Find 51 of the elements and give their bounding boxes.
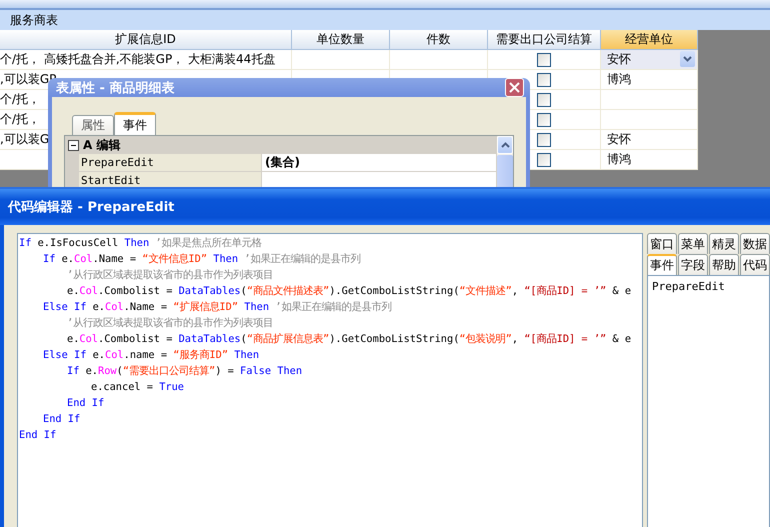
tab[interactable]: 帮助 — [709, 254, 739, 275]
tab[interactable]: 属性 — [72, 115, 114, 135]
tab[interactable]: 精灵 — [709, 233, 739, 254]
list-item[interactable]: PrepareEdit — [652, 280, 765, 293]
close-button[interactable] — [505, 78, 524, 97]
checkbox[interactable] — [537, 52, 551, 66]
property-value[interactable]: (集合) — [262, 154, 496, 171]
code-line: Else If e.Col.name = “服务商ID” Then — [43, 348, 260, 363]
column-header[interactable]: 经营单位 — [601, 30, 698, 50]
code-line: ’从行政区域表提取该省市的县市作为列表项目 — [67, 316, 274, 331]
close-icon — [509, 82, 520, 93]
checkbox[interactable] — [537, 92, 551, 106]
code-line: End If — [19, 428, 56, 443]
checkbox[interactable] — [537, 132, 551, 146]
tab[interactable]: 窗口 — [647, 233, 677, 254]
table-cell: 个/托， 高矮托盘合并,不能装GP， 大柜满装44托盘 — [0, 50, 292, 70]
checkbox[interactable] — [537, 72, 551, 86]
code-line: If e.Row(“需要出口公司结算”) = False Then — [67, 364, 302, 379]
window-title: 代码编辑器 - PrepareEdit — [8, 198, 174, 216]
tab[interactable]: 事件 — [647, 254, 677, 275]
table-cell: 安怀 — [601, 50, 698, 70]
column-header[interactable]: 单位数量 — [292, 30, 390, 50]
property-name[interactable]: PrepareEdit — [79, 154, 262, 171]
table-cell: 博鸿 — [601, 150, 698, 170]
dropdown-button[interactable] — [680, 51, 695, 67]
code-line: End If — [43, 412, 80, 427]
tab[interactable]: 事件 — [114, 112, 156, 135]
code-line: End If — [67, 396, 104, 411]
tab[interactable]: 代码 — [740, 254, 770, 275]
collapse-icon[interactable] — [68, 140, 79, 150]
checkbox[interactable] — [537, 112, 551, 126]
table-cell: 安怀 — [601, 130, 698, 150]
code-line: If e.IsFocusCell Then ’如果是焦点所在单元格 — [19, 236, 262, 251]
tab[interactable]: 字段 — [678, 254, 708, 275]
tab[interactable]: 数据 — [740, 233, 770, 254]
chevron-down-icon — [683, 56, 692, 62]
code-line: e.Col.Combolist = DataTables(“商品文件描述表”).GetComboListString(“文件描述”, “[商品ID] = ’” & e — [67, 284, 632, 299]
code-line: If e.Col.Name = “文件信息ID” Then ’如果正在编辑的是县市列 — [43, 252, 360, 267]
code-line: e.cancel = True — [91, 380, 184, 395]
tab[interactable]: 菜单 — [678, 233, 708, 254]
column-header[interactable]: 需要出口公司结算 — [488, 30, 601, 50]
form-title: 服务商表 — [10, 12, 58, 28]
chevron-up-icon — [500, 142, 510, 148]
code-line: Else If e.Col.Name = “扩展信息ID” Then ’如果正在编辑的是县市列 — [43, 300, 392, 315]
code-line: e.Col.Combolist = DataTables(“商品扩展信息表”).GetComboListString(“包装说明”, “[商品ID] = ’” & e — [67, 332, 632, 347]
checkbox[interactable] — [537, 152, 551, 166]
column-header[interactable]: 件数 — [390, 30, 488, 50]
code-editor[interactable] — [17, 233, 643, 527]
scrollbar[interactable] — [496, 136, 513, 190]
table-cell: 博鸿 — [601, 70, 698, 90]
code-line: ’从行政区域表提取该省市的县市作为列表项目 — [67, 268, 274, 283]
